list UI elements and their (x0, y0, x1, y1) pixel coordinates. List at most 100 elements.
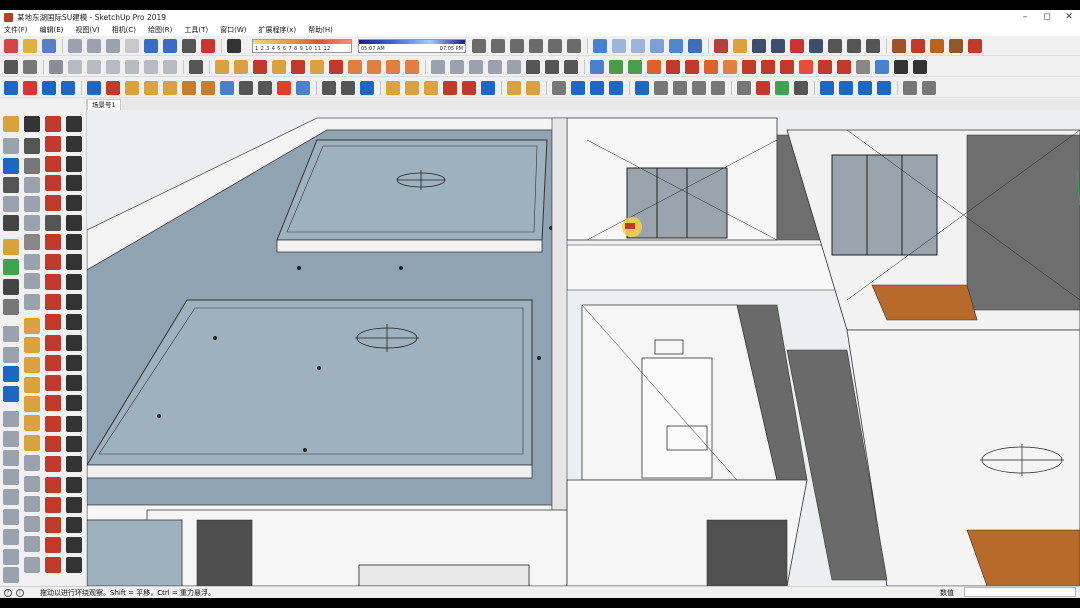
sun-icon[interactable] (24, 396, 40, 412)
fillet-icon[interactable] (647, 59, 661, 74)
rect-icon[interactable] (24, 234, 40, 250)
lathe-icon[interactable] (545, 59, 559, 74)
extension-warehouse-icon[interactable] (911, 38, 925, 53)
print-icon[interactable] (182, 38, 196, 53)
brush-icon[interactable] (45, 156, 61, 172)
open-folder-icon[interactable] (23, 38, 37, 53)
stairs-icon[interactable] (66, 116, 82, 132)
stack-red-icon[interactable] (45, 537, 61, 553)
offset-icon[interactable] (253, 59, 267, 74)
roof-icon[interactable] (106, 80, 120, 95)
hook-icon[interactable] (66, 234, 82, 250)
material-orange-icon[interactable] (3, 239, 19, 255)
diagonal-icon[interactable] (66, 335, 82, 351)
profile-icon[interactable] (818, 59, 832, 74)
round-corner-icon[interactable] (488, 59, 502, 74)
bridge-icon[interactable] (66, 416, 82, 432)
check-icon[interactable] (45, 294, 61, 310)
walk-icon[interactable] (866, 38, 880, 53)
pan-icon[interactable] (733, 38, 747, 53)
dimension-icon[interactable] (367, 59, 381, 74)
boolean-trim-icon[interactable] (704, 59, 718, 74)
line-trim-icon[interactable] (711, 80, 725, 95)
menu-edit[interactable]: 编辑(E) (40, 25, 64, 35)
look-around-icon[interactable] (847, 38, 861, 53)
door-icon[interactable] (163, 80, 177, 95)
solid-inspector-icon[interactable] (723, 59, 737, 74)
cylinder-icon[interactable] (106, 59, 120, 74)
boolean-union-icon[interactable] (666, 59, 680, 74)
intersect-icon[interactable] (329, 59, 343, 74)
bevel-icon[interactable] (469, 59, 483, 74)
teapot-icon[interactable] (24, 138, 40, 154)
tree-icon[interactable] (3, 259, 19, 275)
stripes-icon[interactable] (24, 215, 40, 231)
shaded-icon[interactable] (650, 38, 664, 53)
close-icon[interactable]: ✕ (1058, 10, 1080, 24)
zoom-extents-icon[interactable] (790, 38, 804, 53)
sphere-icon[interactable] (125, 59, 139, 74)
push-pull-icon[interactable] (215, 59, 229, 74)
file-icon[interactable] (3, 567, 19, 583)
zigzag-icon[interactable] (45, 375, 61, 391)
cylinder-outline-icon[interactable] (24, 496, 40, 512)
ruby-console-icon[interactable] (799, 59, 813, 74)
page-icon[interactable] (3, 431, 19, 447)
wave-line-icon[interactable] (66, 314, 82, 330)
dots-icon[interactable] (66, 456, 82, 472)
layout-icon[interactable] (949, 38, 963, 53)
delete-icon[interactable] (23, 80, 37, 95)
cube-outline-icon[interactable] (24, 476, 40, 492)
spiral-icon[interactable] (66, 294, 82, 310)
stair-icon[interactable] (125, 80, 139, 95)
paste-icon[interactable] (106, 38, 120, 53)
zoom-icon[interactable] (752, 38, 766, 53)
axes-icon[interactable] (386, 59, 400, 74)
flask-icon[interactable] (875, 59, 889, 74)
rail-icon[interactable] (66, 215, 82, 231)
menu-draw[interactable]: 绘图(R) (148, 25, 172, 35)
pen-tool-icon[interactable] (45, 355, 61, 371)
eraser-tool-icon[interactable] (3, 215, 19, 231)
column-icon[interactable] (66, 136, 82, 152)
layout-grid-icon[interactable] (3, 347, 19, 363)
ramp-icon[interactable] (66, 517, 82, 533)
smooth-icon[interactable] (856, 59, 870, 74)
peak-icon[interactable] (571, 80, 585, 95)
chamfer-icon[interactable] (628, 59, 642, 74)
top-view-icon[interactable] (491, 38, 505, 53)
hand-icon[interactable] (24, 158, 40, 174)
wand-icon[interactable] (45, 175, 61, 191)
cleanup-icon[interactable] (360, 80, 374, 95)
new-file-icon[interactable] (4, 38, 18, 53)
back-view-icon[interactable] (548, 38, 562, 53)
undo-icon[interactable] (144, 38, 158, 53)
panel-icon[interactable] (24, 254, 40, 270)
half-arc-icon[interactable] (526, 80, 540, 95)
chat-icon[interactable] (3, 366, 19, 382)
textured-icon[interactable] (669, 38, 683, 53)
join-icon[interactable] (552, 80, 566, 95)
scale-icon[interactable] (310, 59, 324, 74)
menu-file[interactable]: 文件(F) (4, 25, 28, 35)
export-icon[interactable] (386, 80, 400, 95)
right-view-icon[interactable] (529, 38, 543, 53)
split-icon[interactable] (66, 395, 82, 411)
fix-solid-icon[interactable] (742, 59, 756, 74)
monochrome-icon[interactable] (688, 38, 702, 53)
sketch-icon[interactable] (258, 80, 272, 95)
stamp-icon[interactable] (45, 136, 61, 152)
text-icon[interactable] (348, 59, 362, 74)
plugin-icon[interactable] (922, 80, 936, 95)
more-tools-icon[interactable] (913, 59, 927, 74)
save-icon[interactable] (42, 38, 56, 53)
style-builder-icon[interactable] (968, 38, 982, 53)
lamp-icon[interactable] (24, 435, 40, 451)
loft-icon[interactable] (590, 59, 604, 74)
select-arrow-icon[interactable] (24, 116, 40, 132)
line-split-icon[interactable] (673, 80, 687, 95)
line-angle-icon[interactable] (654, 80, 668, 95)
rotate-3d-icon[interactable] (3, 138, 19, 154)
tape-icon[interactable] (424, 80, 438, 95)
shadow-toggle-icon[interactable] (227, 38, 241, 53)
